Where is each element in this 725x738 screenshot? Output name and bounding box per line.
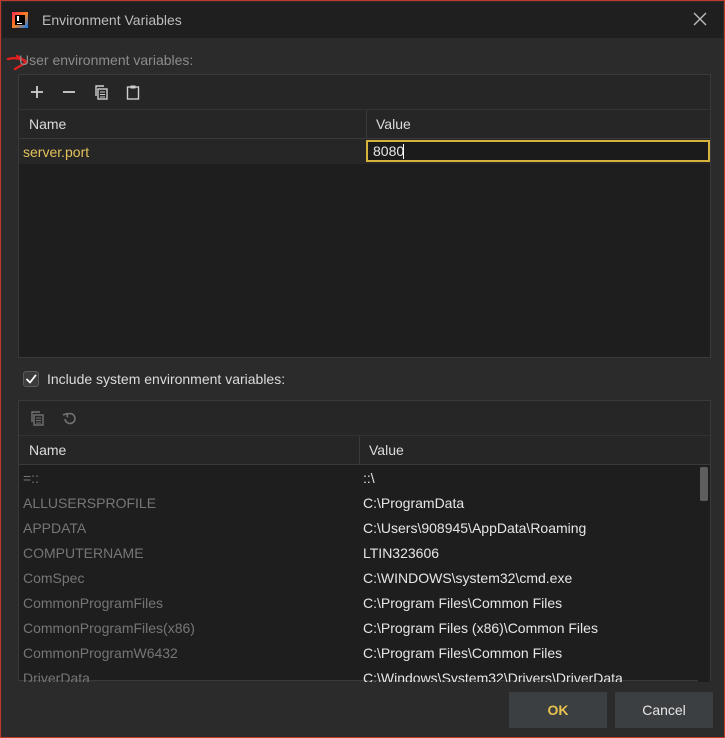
variable-name-cell: CommonProgramFiles <box>23 595 164 611</box>
variable-value-cell: C:\Program Files (x86)\Common Files <box>363 620 598 636</box>
include-system-checkbox[interactable] <box>23 371 39 387</box>
copy-icon <box>31 411 44 426</box>
close-button[interactable] <box>691 10 709 28</box>
ok-button[interactable]: OK <box>509 692 607 728</box>
include-system-label: Include system environment variables: <box>47 371 286 387</box>
copy-icon <box>95 85 108 100</box>
undo-icon <box>62 412 76 425</box>
column-header-value[interactable]: Value <box>369 442 404 458</box>
variable-value-cell: C:\Program Files\Common Files <box>363 645 563 661</box>
table-row[interactable]: COMPUTERNAME LTIN323606 <box>19 540 710 565</box>
include-system-row: Include system environment variables: <box>23 369 285 389</box>
variable-value-cell: C:\WINDOWS\system32\cmd.exe <box>363 570 573 586</box>
variable-name-cell: ComSpec <box>23 570 85 586</box>
variable-name-cell: APPDATA <box>23 520 87 536</box>
copy-variable-button[interactable] <box>91 82 111 102</box>
variable-name-cell: ALLUSERSPROFILE <box>23 495 157 511</box>
user-variables-toolbar <box>19 75 710 110</box>
column-header-name[interactable]: Name <box>29 116 66 132</box>
intellij-logo-icon <box>12 12 28 28</box>
vertical-scrollbar[interactable] <box>698 465 710 682</box>
table-row[interactable]: APPDATA C:\Users\908945\AppData\Roaming <box>19 515 710 540</box>
close-icon <box>693 12 707 26</box>
column-header-name[interactable]: Name <box>29 442 66 458</box>
variable-name-cell: DriverData <box>23 670 90 682</box>
minus-icon <box>63 91 75 93</box>
remove-variable-button[interactable] <box>59 82 79 102</box>
table-row[interactable]: DriverData C:\Windows\System32\Drivers\D… <box>19 665 710 682</box>
variable-value-input[interactable] <box>366 140 710 162</box>
table-row[interactable]: server.port <box>19 139 710 164</box>
variable-name-cell: COMPUTERNAME <box>23 545 144 561</box>
undo-button[interactable] <box>59 408 79 428</box>
dialog-title: Environment Variables <box>42 12 182 28</box>
user-variables-label: User environment variables: <box>19 52 194 68</box>
variable-value-cell: C:\Windows\System32\Drivers\DriverData <box>363 670 623 682</box>
variable-value-cell: C:\ProgramData <box>363 495 465 511</box>
variable-name-cell: CommonProgramW6432 <box>23 645 178 661</box>
paste-icon <box>126 85 140 100</box>
table-row[interactable]: CommonProgramW6432 C:\Program Files\Comm… <box>19 640 710 665</box>
table-row[interactable]: CommonProgramFiles(x86) C:\Program Files… <box>19 615 710 640</box>
variable-value-cell: C:\Program Files\Common Files <box>363 595 563 611</box>
copy-system-variable-button[interactable] <box>27 408 47 428</box>
variable-value-cell: ::\ <box>363 470 375 486</box>
title-bar: Environment Variables <box>2 2 723 38</box>
checkmark-icon <box>26 374 37 384</box>
paste-variable-button[interactable] <box>123 82 143 102</box>
variable-value-cell: LTIN323606 <box>363 545 440 561</box>
variable-value-cell: C:\Users\908945\AppData\Roaming <box>363 520 587 536</box>
table-row[interactable]: CommonProgramFiles C:\Program Files\Comm… <box>19 590 710 615</box>
plus-icon <box>31 86 43 98</box>
system-table-header: Name Value <box>19 436 710 465</box>
system-variables-toolbar <box>19 401 710 436</box>
user-table-header: Name Value <box>19 110 710 139</box>
variable-name-cell: =:: <box>23 470 39 486</box>
variable-name-cell[interactable]: server.port <box>23 144 89 160</box>
variable-name-cell: CommonProgramFiles(x86) <box>23 620 195 636</box>
table-row[interactable]: =:: ::\ <box>19 465 710 490</box>
system-variables-panel: Name Value =:: ::\ ALLUSERSPROFILE C:\Pr… <box>18 400 711 682</box>
environment-variables-dialog: Environment Variables User environment v… <box>0 0 725 738</box>
add-variable-button[interactable] <box>27 82 47 102</box>
system-variables-list[interactable]: =:: ::\ ALLUSERSPROFILE C:\ProgramData A… <box>19 465 710 682</box>
scrollbar-thumb[interactable] <box>700 467 708 501</box>
text-caret <box>403 144 404 159</box>
user-variables-panel: Name Value server.port <box>18 74 711 358</box>
column-header-value[interactable]: Value <box>376 116 411 132</box>
cancel-button[interactable]: Cancel <box>615 692 713 728</box>
table-row[interactable]: ALLUSERSPROFILE C:\ProgramData <box>19 490 710 515</box>
table-row[interactable]: ComSpec C:\WINDOWS\system32\cmd.exe <box>19 565 710 590</box>
